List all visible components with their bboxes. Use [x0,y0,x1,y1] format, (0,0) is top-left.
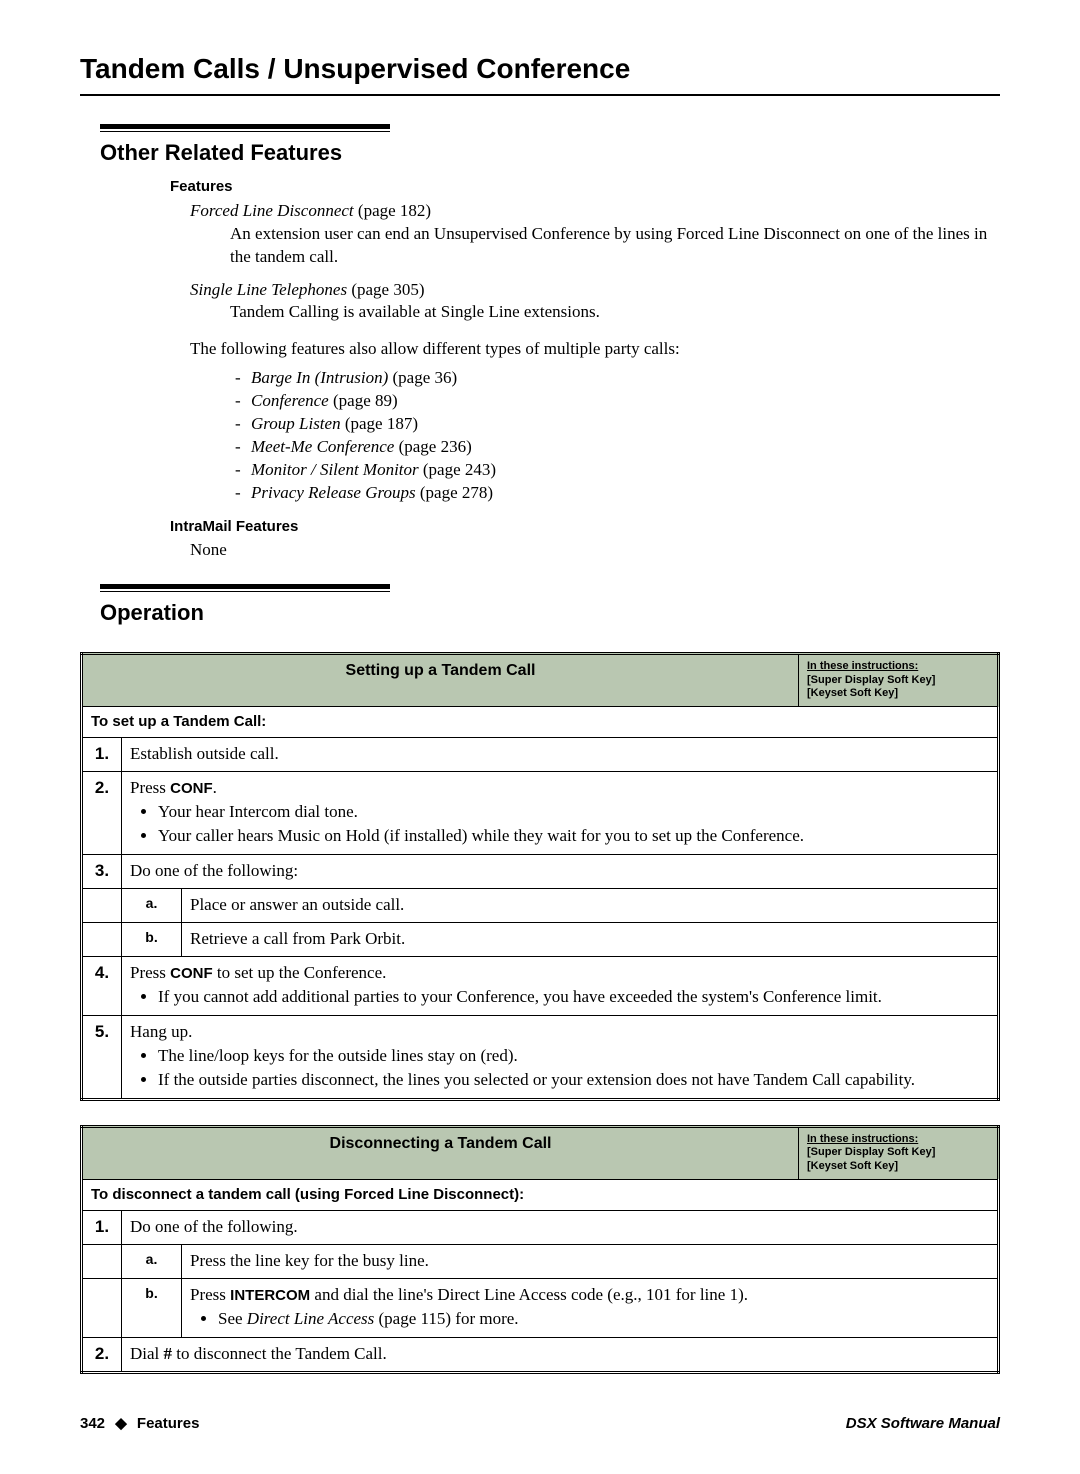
note-line: In these instructions: [807,660,918,672]
step-text: Hang up. The line/loop keys for the outs… [122,1015,999,1099]
step-text: Do one of the following: [122,855,999,889]
list-page: (page 236) [394,437,471,456]
table-row: a. Place or answer an outside call. [82,889,999,923]
features-block: Features Forced Line Disconnect (page 18… [170,177,1000,324]
table-row: 3. Do one of the following: [82,855,999,889]
table-row: 2. Dial # to disconnect the Tandem Call. [82,1337,999,1372]
bullet: Your hear Intercom dial tone. [158,801,989,824]
list-page: (page 187) [341,414,418,433]
list-name: Barge In (Intrusion) [251,368,388,387]
feature-ref: Forced Line Disconnect [190,201,354,220]
feature-page: (page 182) [354,201,431,220]
list-name: Conference [251,391,329,410]
list-page: (page 243) [419,460,496,479]
table-row: 4. Press CONF to set up the Conference. … [82,956,999,1015]
list-page: (page 36) [388,368,457,387]
page-footer: 342 ◆ Features DSX Software Manual [80,1414,1000,1434]
note-line: [Super Display Soft Key] [807,1146,935,1158]
table-disconnect-tandem: Disconnecting a Tandem Call In these ins… [80,1125,1000,1374]
list-page: (page 278) [416,483,493,502]
rule-thin [100,591,390,592]
list-name: Meet-Me Conference [251,437,394,456]
list-page: (page 89) [329,391,398,410]
feature-ref: Single Line Telephones [190,280,347,299]
bullet: If you cannot add additional parties to … [158,986,989,1009]
substep-text: Place or answer an outside call. [182,889,999,923]
table-row: b. Retrieve a call from Park Orbit. [82,922,999,956]
list-name: Privacy Release Groups [251,483,416,502]
section-other-related: Other Related Features [100,124,1000,168]
intramail-block: IntraMail Features [170,517,1000,537]
section-title-features: Other Related Features [100,138,1000,168]
step-text: Dial # to disconnect the Tandem Call. [122,1337,999,1372]
step-text: Press CONF. Your hear Intercom dial tone… [122,772,999,855]
bullet: See Direct Line Access (page 115) for mo… [218,1308,989,1331]
features-label: Features [170,177,1000,197]
feature-page: (page 305) [347,280,424,299]
table-note: In these instructions: [Super Display So… [799,1126,999,1179]
features-paragraph: The following features also allow differ… [190,338,1000,361]
bullet: If the outside parties disconnect, the l… [158,1069,989,1092]
feature-dash-list: -Barge In (Intrusion) (page 36) -Confere… [235,367,1000,505]
step-text: Press CONF to set up the Conference. If … [122,956,999,1015]
table-row: 5. Hang up. The line/loop keys for the o… [82,1015,999,1099]
page-title: Tandem Calls / Unsupervised Conference [80,50,1000,96]
substep-text: Press the line key for the busy line. [182,1245,999,1279]
intramail-none: None [190,539,1000,562]
manual-name: DSX Software Manual [846,1414,1000,1434]
table-subheader: To disconnect a tandem call (using Force… [82,1179,999,1210]
diamond-icon: ◆ [115,1415,127,1432]
feature-item: Single Line Telephones (page 305) Tandem… [190,279,1000,325]
note-line: [Keyset Soft Key] [807,687,898,699]
bullet: Your caller hears Music on Hold (if inst… [158,825,989,848]
step-text: Do one of the following. [122,1211,999,1245]
rule-thick [100,124,390,129]
page-number: 342 [80,1415,105,1432]
step-text: Establish outside call. [122,738,999,772]
feature-item: Forced Line Disconnect (page 182) An ext… [190,200,1000,269]
note-line: [Super Display Soft Key] [807,674,935,686]
intramail-label: IntraMail Features [170,517,1000,537]
table-title: Disconnecting a Tandem Call [82,1126,799,1179]
table-title: Setting up a Tandem Call [82,653,799,706]
footer-section: Features [137,1415,200,1432]
list-name: Monitor / Silent Monitor [251,460,419,479]
table-row: b. Press INTERCOM and dial the line's Di… [82,1278,999,1337]
rule-thin [100,131,390,132]
substep-text: Press INTERCOM and dial the line's Direc… [182,1278,999,1337]
table-row: 1. Do one of the following. [82,1211,999,1245]
table-note: In these instructions: [Super Display So… [799,653,999,706]
bullet: The line/loop keys for the outside lines… [158,1045,989,1068]
note-line: In these instructions: [807,1133,918,1145]
feature-desc: An extension user can end an Unsupervise… [230,223,1000,269]
table-row: a. Press the line key for the busy line. [82,1245,999,1279]
rule-thick [100,584,390,589]
note-line: [Keyset Soft Key] [807,1160,898,1172]
table-setup-tandem: Setting up a Tandem Call In these instru… [80,652,1000,1101]
table-row: 2. Press CONF. Your hear Intercom dial t… [82,772,999,855]
list-name: Group Listen [251,414,341,433]
feature-desc: Tandem Calling is available at Single Li… [230,301,1000,324]
section-operation: Operation [100,584,1000,628]
substep-text: Retrieve a call from Park Orbit. [182,922,999,956]
table-row: 1. Establish outside call. [82,738,999,772]
section-title-operation: Operation [100,598,1000,628]
table-subheader: To set up a Tandem Call: [82,707,999,738]
